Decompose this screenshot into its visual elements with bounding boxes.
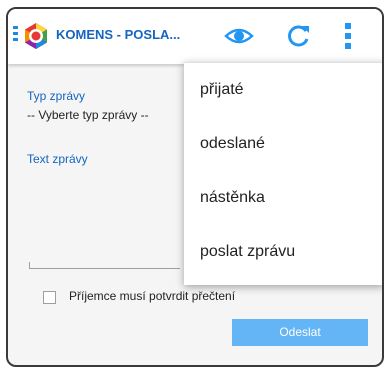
confirm-read-label: Příjemce musí potvrdit přečtení: [69, 289, 236, 303]
message-text-input[interactable]: [29, 262, 180, 269]
eye-icon[interactable]: [224, 22, 254, 50]
app-bar: KOMENS - POSLA...: [8, 9, 382, 64]
menu-item-poslat-zpravu[interactable]: poslat zprávu: [184, 225, 382, 279]
more-vert-icon[interactable]: [342, 21, 354, 51]
app-title: KOMENS - POSLA...: [56, 27, 181, 42]
menu-icon[interactable]: [13, 26, 18, 44]
refresh-icon[interactable]: [284, 22, 312, 50]
menu-item-prijate[interactable]: přijaté: [184, 63, 382, 117]
message-type-label: Typ zprávy: [27, 89, 86, 103]
confirm-read-checkbox[interactable]: [43, 291, 56, 304]
message-text-label: Text zprávy: [27, 152, 88, 166]
menu-item-odeslane[interactable]: odeslané: [184, 117, 382, 171]
message-type-select[interactable]: -- Vyberte typ zprávy --: [27, 108, 149, 122]
menu-item-nastenka[interactable]: nástěnka: [184, 171, 382, 225]
app-logo-icon: [25, 23, 47, 49]
app-window: KOMENS - POSLA... Typ zprávy -- Vyberte …: [6, 7, 384, 367]
send-button[interactable]: Odeslat: [232, 319, 368, 346]
overflow-menu: přijaté odeslané nástěnka poslat zprávu: [184, 62, 382, 285]
